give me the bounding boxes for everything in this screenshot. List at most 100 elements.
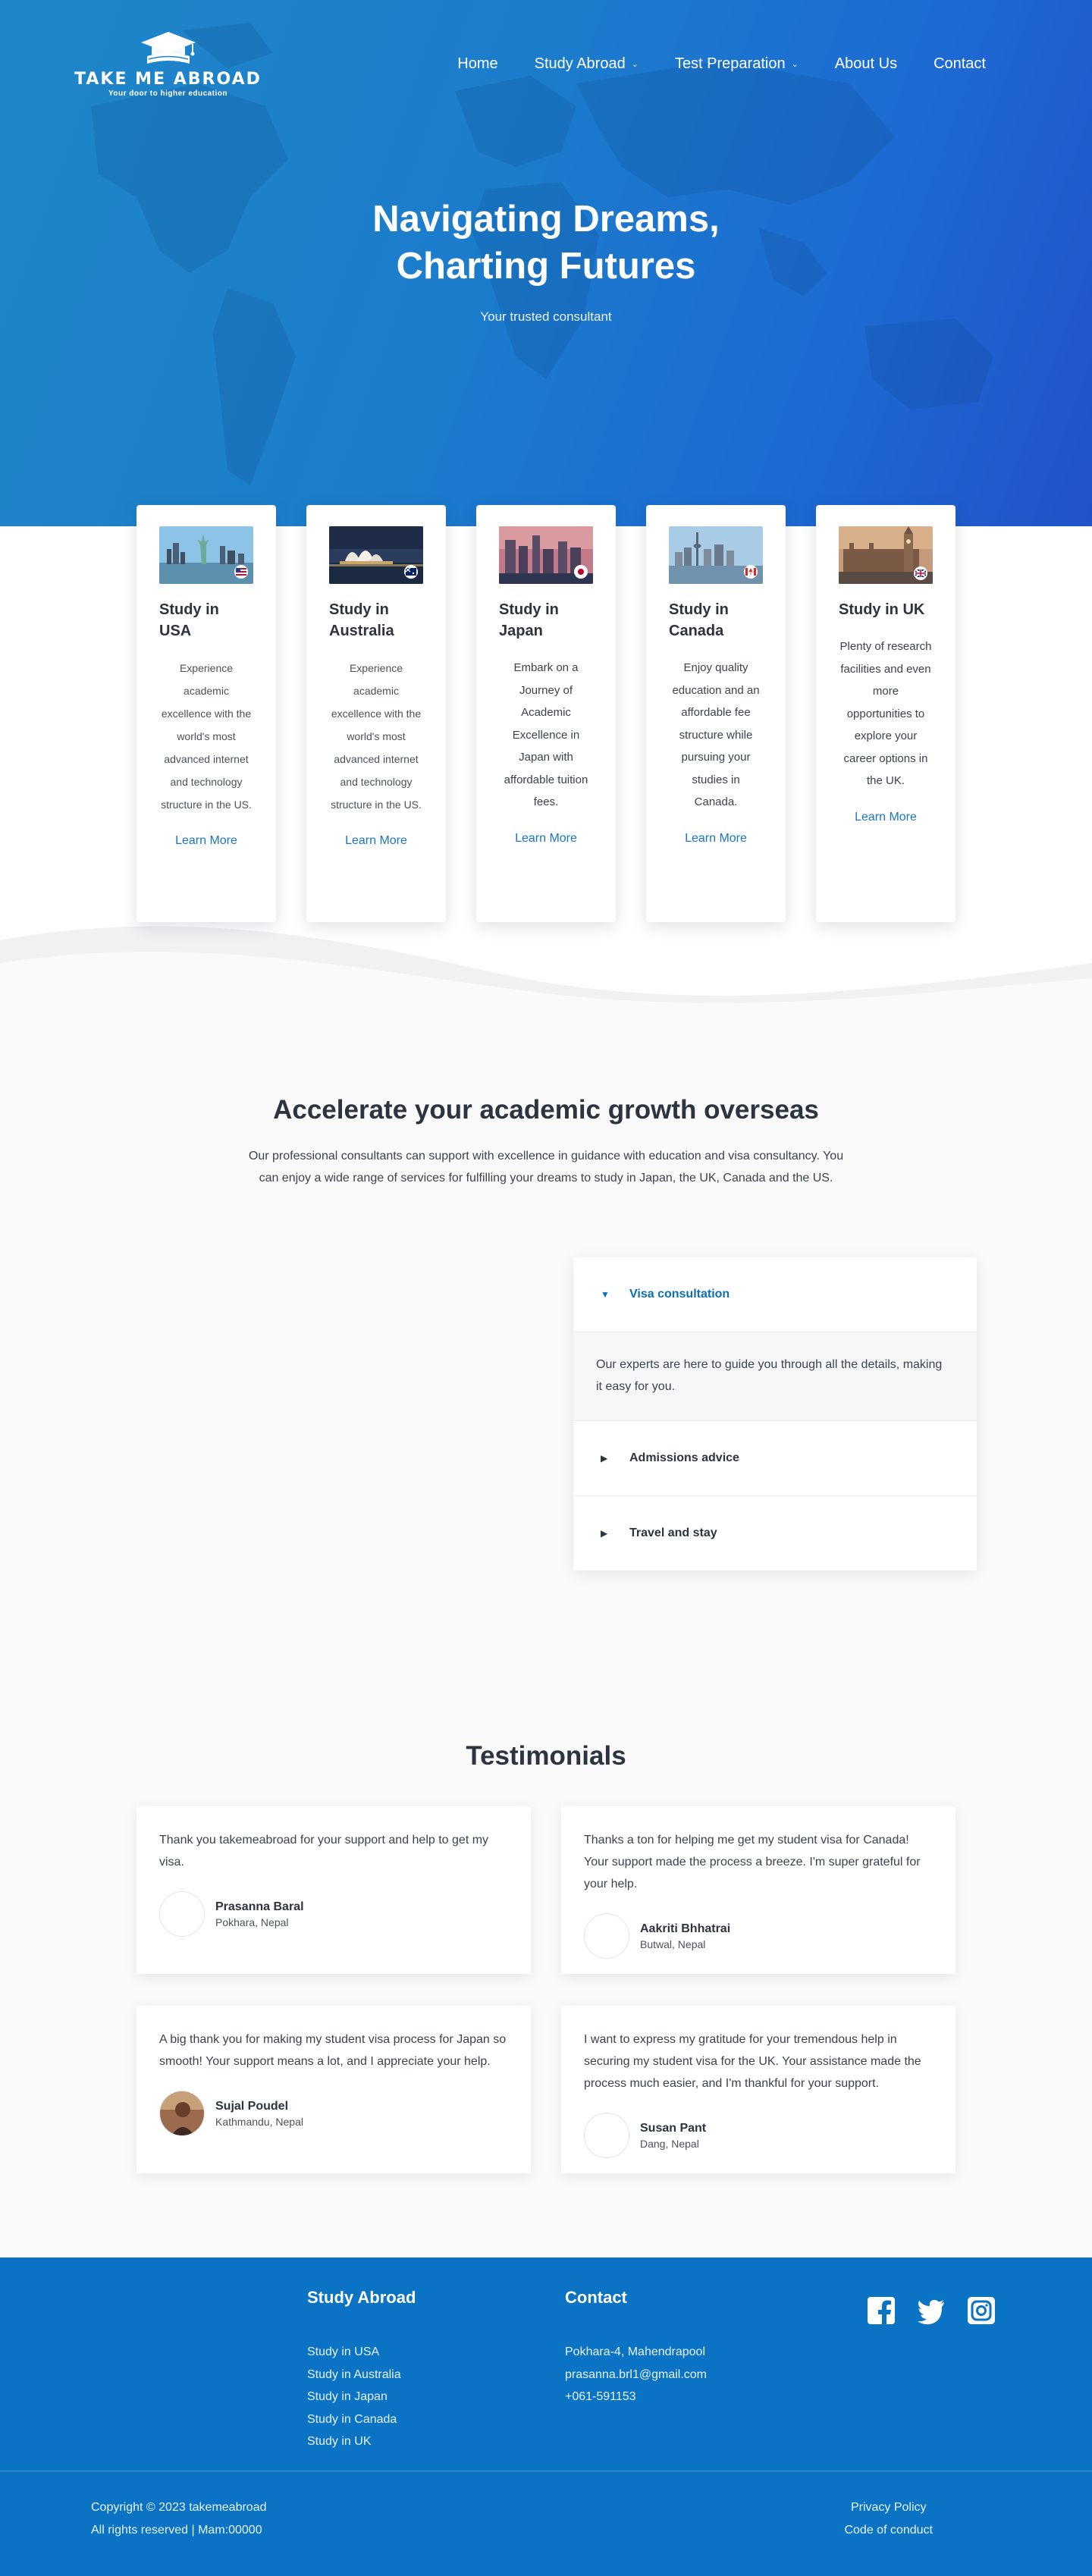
testimonial-name: Aakriti Bhhatrai bbox=[640, 1922, 731, 1935]
footer-link-usa[interactable]: Study in USA bbox=[307, 2341, 416, 2364]
testimonial-quote: I want to express my gratitude for your … bbox=[584, 2033, 921, 2090]
study-cards-row: Study in USA Experience academic excelle… bbox=[136, 505, 956, 922]
facebook-icon[interactable] bbox=[867, 2296, 896, 2325]
chevron-down-icon: ⌄ bbox=[631, 59, 639, 69]
rights-text: All rights reserved | Mam:00000 bbox=[91, 2523, 262, 2537]
footer-contact-heading: Contact bbox=[565, 2288, 627, 2307]
japan-destination-image bbox=[499, 526, 593, 584]
learn-more-link-canada[interactable]: Learn More bbox=[669, 832, 763, 846]
accordion-label: Travel and stay bbox=[629, 1526, 717, 1539]
usa-flag-icon bbox=[234, 565, 248, 579]
study-card-uk: Study in UK Plenty of research facilitie… bbox=[816, 505, 956, 922]
footer-email-link[interactable]: prasanna.brl1@gmail.com bbox=[565, 2364, 707, 2386]
services-section: Accelerate your academic growth overseas… bbox=[0, 1022, 1092, 1741]
study-card-description: Plenty of research facilities and even m… bbox=[839, 640, 932, 787]
accordion-visa-consultation[interactable]: ▼ Visa consultation bbox=[573, 1257, 977, 1332]
caret-down-icon: ▼ bbox=[601, 1289, 610, 1300]
hero-title-line-1: Navigating Dreams, bbox=[372, 199, 720, 240]
avatar-photo bbox=[159, 2091, 205, 2136]
hero-title-line-2: Charting Futures bbox=[396, 246, 696, 287]
study-card-usa: Study in USA Experience academic excelle… bbox=[136, 505, 276, 922]
study-card-description: Enjoy quality education and an affordabl… bbox=[672, 661, 760, 808]
australia-destination-image bbox=[329, 526, 423, 584]
footer-copyright: Copyright © 2023 takemeabroad All rights… bbox=[91, 2496, 266, 2541]
testimonials-grid: Thank you takemeabroad for your support … bbox=[136, 1806, 956, 2173]
testimonial-card: Thank you takemeabroad for your support … bbox=[136, 1806, 531, 1974]
testimonial-location: Butwal, Nepal bbox=[640, 1937, 706, 1950]
footer-study-links: Study in USA Study in Australia Study in… bbox=[307, 2341, 416, 2453]
graduation-cap-books-icon bbox=[140, 31, 196, 64]
footer-phone-link[interactable]: +061-591153 bbox=[565, 2386, 707, 2408]
study-card-title: Study in Canada bbox=[669, 601, 729, 639]
testimonial-location: Kathmandu, Nepal bbox=[215, 2115, 303, 2128]
testimonial-name: Susan Pant bbox=[640, 2121, 707, 2135]
study-card-title: Study in UK bbox=[839, 601, 925, 618]
footer-link-japan[interactable]: Study in Japan bbox=[307, 2386, 416, 2408]
testimonials-title: Testimonials bbox=[466, 1741, 626, 1771]
section-wave-divider bbox=[0, 926, 1092, 1024]
brand-logo[interactable]: TAKE ME ABROAD Your door to higher educa… bbox=[74, 30, 260, 98]
testimonial-author: Susan Pant Dang, Nepal bbox=[584, 2113, 933, 2158]
avatar bbox=[584, 1913, 629, 1959]
footer-link-uk[interactable]: Study in UK bbox=[307, 2430, 416, 2453]
study-card-description: Experience academic excellence with the … bbox=[331, 662, 422, 811]
accordion-admissions-advice[interactable]: ▶ Admissions advice bbox=[573, 1421, 977, 1495]
testimonial-quote: A big thank you for making my student vi… bbox=[159, 2033, 507, 2068]
twitter-icon[interactable] bbox=[917, 2296, 946, 2325]
person-photo-icon bbox=[160, 2091, 204, 2135]
footer-legal-links: Privacy Policy Code of conduct bbox=[844, 2496, 933, 2541]
nav-about-us[interactable]: About Us bbox=[835, 55, 897, 73]
uk-flag-icon bbox=[914, 566, 927, 580]
hero-section: TAKE ME ABROAD Your door to higher educa… bbox=[0, 0, 1092, 526]
privacy-policy-link[interactable]: Privacy Policy bbox=[844, 2496, 933, 2519]
instagram-icon[interactable] bbox=[967, 2296, 996, 2325]
top-navbar: TAKE ME ABROAD Your door to higher educa… bbox=[0, 0, 1092, 127]
uk-destination-image bbox=[839, 526, 933, 584]
nav-test-preparation[interactable]: Test Preparation ⌄ bbox=[675, 55, 799, 73]
learn-more-link-japan[interactable]: Learn More bbox=[499, 832, 593, 846]
nav-contact[interactable]: Contact bbox=[934, 55, 986, 73]
accordion-visa-consultation-body: Our experts are here to guide you throug… bbox=[573, 1332, 977, 1420]
accordion-label: Visa consultation bbox=[629, 1288, 730, 1301]
hero-content: Navigating Dreams, Charting Futures Your… bbox=[0, 196, 1092, 325]
chevron-down-icon: ⌄ bbox=[791, 59, 799, 69]
testimonial-author: Aakriti Bhhatrai Butwal, Nepal bbox=[584, 1913, 933, 1959]
study-card-description: Experience academic excellence with the … bbox=[161, 662, 252, 811]
study-card-australia: Study in Australia Experience academic e… bbox=[306, 505, 446, 922]
brand-tagline: Your door to higher education bbox=[108, 89, 228, 98]
testimonial-author: Sujal Poudel Kathmandu, Nepal bbox=[159, 2091, 508, 2136]
nav-test-preparation-label: Test Preparation bbox=[674, 55, 786, 72]
testimonial-name: Prasanna Baral bbox=[215, 1900, 304, 1913]
accordion-travel-and-stay[interactable]: ▶ Travel and stay bbox=[573, 1496, 977, 1570]
social-links bbox=[867, 2296, 996, 2325]
testimonial-author: Prasanna Baral Pokhara, Nepal bbox=[159, 1891, 508, 1937]
testimonial-card: Thanks a ton for helping me get my stude… bbox=[561, 1806, 956, 1974]
nav-study-abroad[interactable]: Study Abroad ⌄ bbox=[535, 55, 639, 73]
brand-name: TAKE ME ABROAD bbox=[74, 69, 262, 89]
testimonial-name: Sujal Poudel bbox=[215, 2099, 289, 2113]
avatar bbox=[584, 2113, 629, 2158]
nav-home[interactable]: Home bbox=[457, 55, 497, 73]
testimonial-card: I want to express my gratitude for your … bbox=[561, 2006, 956, 2173]
main-nav: Home Study Abroad ⌄ Test Preparation ⌄ Abo… bbox=[457, 55, 986, 73]
footer-link-australia[interactable]: Study in Australia bbox=[307, 2364, 416, 2386]
site-footer: Study Abroad Study in USA Study in Austr… bbox=[0, 2258, 1092, 2576]
learn-more-link-usa[interactable]: Learn More bbox=[159, 834, 253, 848]
services-title: Accelerate your academic growth overseas bbox=[273, 1095, 819, 1125]
avatar bbox=[159, 1891, 205, 1937]
learn-more-link-uk[interactable]: Learn More bbox=[839, 811, 933, 824]
testimonials-section: Testimonials Thank you takemeabroad for … bbox=[0, 1741, 1092, 2196]
usa-destination-image bbox=[159, 526, 253, 584]
japan-flag-icon bbox=[574, 565, 588, 579]
caret-right-icon: ▶ bbox=[601, 1453, 608, 1464]
study-card-title: Study in USA bbox=[159, 601, 219, 639]
learn-more-link-australia[interactable]: Learn More bbox=[329, 834, 423, 848]
services-accordion: ▼ Visa consultation Our experts are here… bbox=[573, 1257, 977, 1570]
code-of-conduct-link[interactable]: Code of conduct bbox=[844, 2519, 933, 2542]
study-destinations-section: Study in USA Experience academic excelle… bbox=[0, 505, 1092, 1024]
canada-destination-image bbox=[669, 526, 763, 584]
study-card-japan: Study in Japan Embark on a Journey of Ac… bbox=[476, 505, 616, 922]
footer-link-canada[interactable]: Study in Canada bbox=[307, 2408, 416, 2431]
australia-flag-icon bbox=[404, 565, 418, 579]
testimonial-quote: Thank you takemeabroad for your support … bbox=[159, 1834, 489, 1868]
